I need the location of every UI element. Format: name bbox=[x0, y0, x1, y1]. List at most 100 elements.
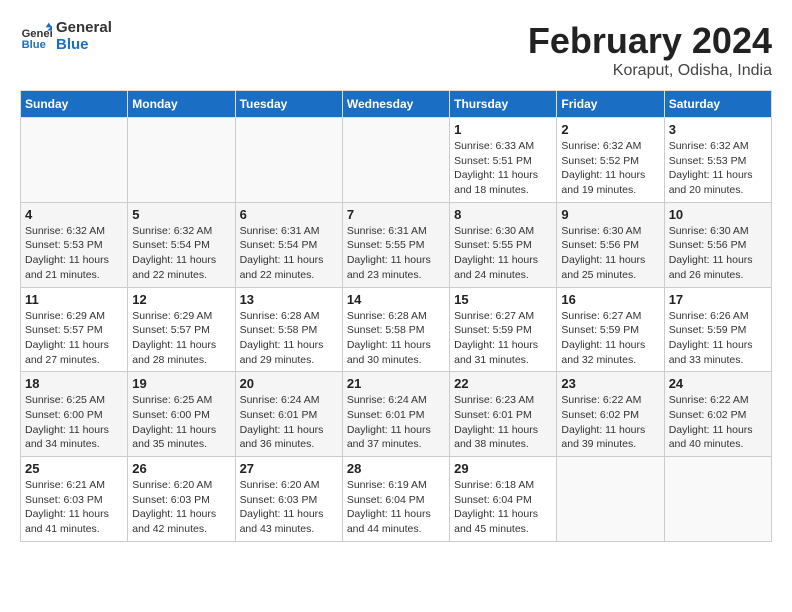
day-info: Sunrise: 6:21 AMSunset: 6:03 PMDaylight:… bbox=[25, 478, 123, 537]
day-info: Sunrise: 6:31 AMSunset: 5:54 PMDaylight:… bbox=[240, 224, 338, 283]
day-number: 24 bbox=[669, 376, 767, 391]
day-number: 17 bbox=[669, 292, 767, 307]
calendar-cell: 19 Sunrise: 6:25 AMSunset: 6:00 PMDayligh… bbox=[128, 372, 235, 457]
day-number: 27 bbox=[240, 461, 338, 476]
day-info: Sunrise: 6:30 AMSunset: 5:56 PMDaylight:… bbox=[669, 224, 767, 283]
calendar-cell bbox=[557, 457, 664, 542]
calendar-cell: 29 Sunrise: 6:18 AMSunset: 6:04 PMDayligh… bbox=[450, 457, 557, 542]
calendar-cell: 11Sunrise: 6:29 AMSunset: 5:57 PMDayligh… bbox=[21, 287, 128, 372]
day-info: Sunrise: 6:22 AMSunset: 6:02 PMDaylight:… bbox=[561, 393, 659, 452]
day-number: 22 bbox=[454, 376, 552, 391]
calendar-cell: 1Sunrise: 6:33 AMSunset: 5:51 PMDaylight… bbox=[450, 118, 557, 203]
day-number: 7 bbox=[347, 207, 445, 222]
calendar-cell bbox=[235, 118, 342, 203]
title-block: February 2024 Koraput, Odisha, India bbox=[528, 20, 772, 80]
calendar-cell bbox=[21, 118, 128, 203]
day-info: Sunrise: 6:28 AMSunset: 5:58 PMDaylight:… bbox=[240, 309, 338, 368]
calendar-cell: 22 Sunrise: 6:23 AMSunset: 6:01 PMDayligh… bbox=[450, 372, 557, 457]
day-number: 20 bbox=[240, 376, 338, 391]
calendar-cell bbox=[342, 118, 449, 203]
day-info: Sunrise: 6:24 AMSunset: 6:01 PMDaylight:… bbox=[347, 393, 445, 452]
calendar-cell: 21 Sunrise: 6:24 AMSunset: 6:01 PMDayligh… bbox=[342, 372, 449, 457]
logo-icon: General Blue bbox=[20, 21, 52, 53]
day-number: 14 bbox=[347, 292, 445, 307]
weekday-header-wednesday: Wednesday bbox=[342, 91, 449, 118]
day-number: 3 bbox=[669, 122, 767, 137]
month-title: February 2024 bbox=[528, 20, 772, 62]
calendar-cell: 6Sunrise: 6:31 AMSunset: 5:54 PMDaylight… bbox=[235, 202, 342, 287]
day-info: Sunrise: 6:24 AMSunset: 6:01 PMDaylight:… bbox=[240, 393, 338, 452]
day-info: Sunrise: 6:18 AMSunset: 6:04 PMDaylight:… bbox=[454, 478, 552, 537]
calendar-cell: 18 Sunrise: 6:25 AMSunset: 6:00 PMDayligh… bbox=[21, 372, 128, 457]
day-number: 8 bbox=[454, 207, 552, 222]
svg-text:General: General bbox=[22, 28, 52, 40]
calendar-cell: 7 Sunrise: 6:31 AMSunset: 5:55 PMDaylight… bbox=[342, 202, 449, 287]
day-info: Sunrise: 6:31 AMSunset: 5:55 PMDaylight:… bbox=[347, 224, 445, 283]
day-info: Sunrise: 6:32 AMSunset: 5:52 PMDaylight:… bbox=[561, 139, 659, 198]
calendar-cell: 14Sunrise: 6:28 AMSunset: 5:58 PMDayligh… bbox=[342, 287, 449, 372]
calendar-cell: 2 Sunrise: 6:32 AMSunset: 5:52 PMDaylight… bbox=[557, 118, 664, 203]
day-info: Sunrise: 6:29 AMSunset: 5:57 PMDaylight:… bbox=[132, 309, 230, 368]
day-info: Sunrise: 6:25 AMSunset: 6:00 PMDaylight:… bbox=[132, 393, 230, 452]
calendar-cell: 25 Sunrise: 6:21 AMSunset: 6:03 PMDayligh… bbox=[21, 457, 128, 542]
calendar-cell: 23 Sunrise: 6:22 AMSunset: 6:02 PMDayligh… bbox=[557, 372, 664, 457]
day-number: 12 bbox=[132, 292, 230, 307]
day-number: 11 bbox=[25, 292, 123, 307]
day-number: 23 bbox=[561, 376, 659, 391]
day-number: 10 bbox=[669, 207, 767, 222]
weekday-header-friday: Friday bbox=[557, 91, 664, 118]
weekday-header-monday: Monday bbox=[128, 91, 235, 118]
weekday-header-thursday: Thursday bbox=[450, 91, 557, 118]
calendar-cell bbox=[128, 118, 235, 203]
calendar-cell: 3 Sunrise: 6:32 AMSunset: 5:53 PMDaylight… bbox=[664, 118, 771, 203]
svg-text:Blue: Blue bbox=[22, 39, 46, 51]
calendar-cell: 17 Sunrise: 6:26 AMSunset: 5:59 PMDayligh… bbox=[664, 287, 771, 372]
day-number: 4 bbox=[25, 207, 123, 222]
day-info: Sunrise: 6:30 AMSunset: 5:56 PMDaylight:… bbox=[561, 224, 659, 283]
day-info: Sunrise: 6:33 AMSunset: 5:51 PMDaylight:… bbox=[454, 139, 552, 198]
day-info: Sunrise: 6:25 AMSunset: 6:00 PMDaylight:… bbox=[25, 393, 123, 452]
day-number: 29 bbox=[454, 461, 552, 476]
day-number: 15 bbox=[454, 292, 552, 307]
logo: General Blue General Blue bbox=[20, 20, 112, 53]
calendar-cell: 9 Sunrise: 6:30 AMSunset: 5:56 PMDaylight… bbox=[557, 202, 664, 287]
day-number: 5 bbox=[132, 207, 230, 222]
weekday-header-saturday: Saturday bbox=[664, 91, 771, 118]
calendar-table: SundayMondayTuesdayWednesdayThursdayFrid… bbox=[20, 90, 772, 542]
weekday-header-sunday: Sunday bbox=[21, 91, 128, 118]
calendar-cell: 20 Sunrise: 6:24 AMSunset: 6:01 PMDayligh… bbox=[235, 372, 342, 457]
day-info: Sunrise: 6:23 AMSunset: 6:01 PMDaylight:… bbox=[454, 393, 552, 452]
day-info: Sunrise: 6:32 AMSunset: 5:53 PMDaylight:… bbox=[669, 139, 767, 198]
location: Koraput, Odisha, India bbox=[528, 62, 772, 80]
day-number: 13 bbox=[240, 292, 338, 307]
day-number: 26 bbox=[132, 461, 230, 476]
weekday-header-tuesday: Tuesday bbox=[235, 91, 342, 118]
calendar-cell: 8 Sunrise: 6:30 AMSunset: 5:55 PMDaylight… bbox=[450, 202, 557, 287]
day-number: 2 bbox=[561, 122, 659, 137]
day-info: Sunrise: 6:20 AMSunset: 6:03 PMDaylight:… bbox=[240, 478, 338, 537]
calendar-cell: 4Sunrise: 6:32 AMSunset: 5:53 PMDaylight… bbox=[21, 202, 128, 287]
day-number: 21 bbox=[347, 376, 445, 391]
day-info: Sunrise: 6:32 AMSunset: 5:54 PMDaylight:… bbox=[132, 224, 230, 283]
calendar-cell: 15 Sunrise: 6:27 AMSunset: 5:59 PMDayligh… bbox=[450, 287, 557, 372]
day-number: 16 bbox=[561, 292, 659, 307]
calendar-cell: 12 Sunrise: 6:29 AMSunset: 5:57 PMDayligh… bbox=[128, 287, 235, 372]
page-header: General Blue General Blue February 2024 … bbox=[20, 20, 772, 80]
day-info: Sunrise: 6:20 AMSunset: 6:03 PMDaylight:… bbox=[132, 478, 230, 537]
day-number: 19 bbox=[132, 376, 230, 391]
day-number: 28 bbox=[347, 461, 445, 476]
day-info: Sunrise: 6:19 AMSunset: 6:04 PMDaylight:… bbox=[347, 478, 445, 537]
calendar-cell: 16Sunrise: 6:27 AMSunset: 5:59 PMDayligh… bbox=[557, 287, 664, 372]
day-info: Sunrise: 6:26 AMSunset: 5:59 PMDaylight:… bbox=[669, 309, 767, 368]
calendar-cell: 24 Sunrise: 6:22 AMSunset: 6:02 PMDayligh… bbox=[664, 372, 771, 457]
day-info: Sunrise: 6:30 AMSunset: 5:55 PMDaylight:… bbox=[454, 224, 552, 283]
day-info: Sunrise: 6:27 AMSunset: 5:59 PMDaylight:… bbox=[454, 309, 552, 368]
calendar-cell: 26 Sunrise: 6:20 AMSunset: 6:03 PMDayligh… bbox=[128, 457, 235, 542]
day-number: 9 bbox=[561, 207, 659, 222]
day-number: 25 bbox=[25, 461, 123, 476]
day-number: 18 bbox=[25, 376, 123, 391]
calendar-cell: 5 Sunrise: 6:32 AMSunset: 5:54 PMDaylight… bbox=[128, 202, 235, 287]
calendar-cell: 27 Sunrise: 6:20 AMSunset: 6:03 PMDayligh… bbox=[235, 457, 342, 542]
calendar-cell: 28 Sunrise: 6:19 AMSunset: 6:04 PMDayligh… bbox=[342, 457, 449, 542]
day-info: Sunrise: 6:22 AMSunset: 6:02 PMDaylight:… bbox=[669, 393, 767, 452]
